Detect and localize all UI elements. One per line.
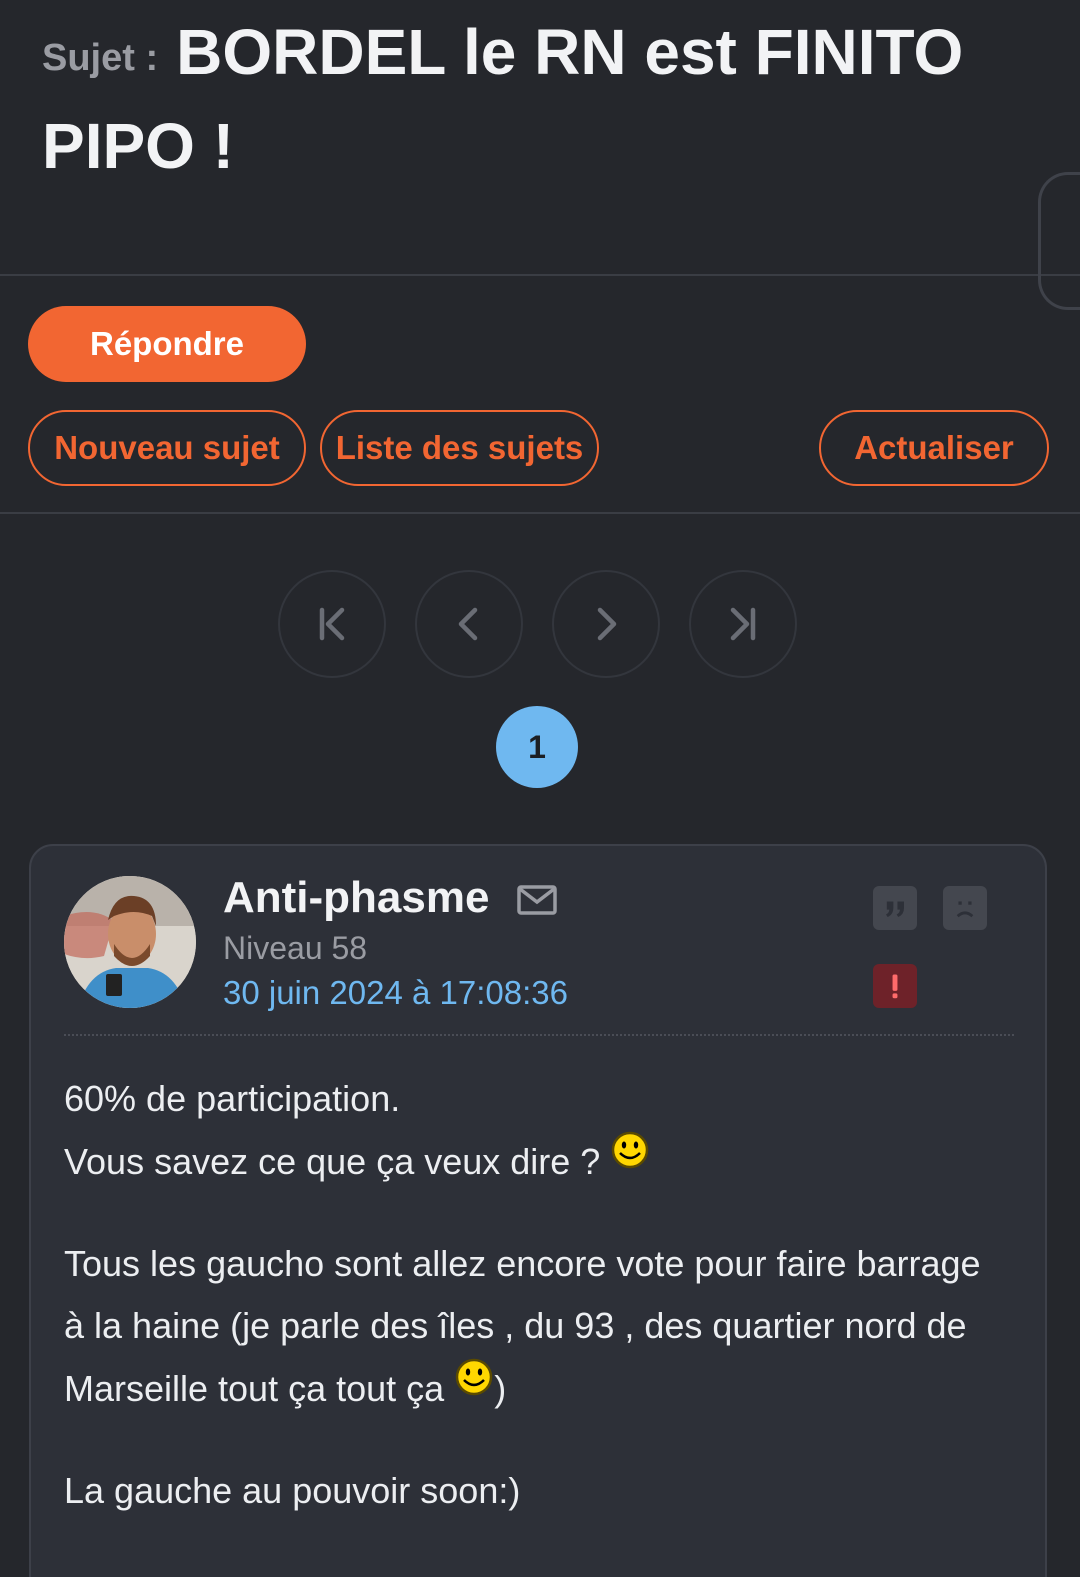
post-text-tail: ) — [494, 1368, 507, 1409]
post-divider — [64, 1034, 1014, 1036]
post-line: Vous savez ce que ça veux dire ? — [64, 1141, 601, 1182]
forum-topic-page: Sujet : BORDEL le RN est FINITO PIPO ! Ré… — [0, 0, 1080, 1577]
post-line: 60% de participation. — [64, 1078, 401, 1119]
first-page-icon — [319, 607, 345, 641]
avatar-image — [64, 876, 196, 1008]
post-author[interactable]: Anti-phasme — [223, 872, 489, 924]
current-page-indicator[interactable]: 1 — [496, 706, 578, 788]
last-page-button[interactable] — [689, 570, 797, 678]
post-paragraph-3: La gauche au pouvoir soon:) — [64, 1460, 1004, 1522]
next-page-icon — [597, 607, 617, 641]
sad-face-icon — [956, 901, 974, 918]
topic-list-button[interactable]: Liste des sujets — [320, 410, 599, 486]
new-topic-button[interactable]: Nouveau sujet — [28, 410, 306, 486]
post-paragraph-1: 60% de participation. Vous savez ce que … — [64, 1068, 1004, 1193]
next-page-button[interactable] — [552, 570, 660, 678]
last-page-icon — [730, 607, 756, 641]
smiley-icon — [455, 1358, 493, 1396]
quote-button[interactable] — [873, 886, 917, 930]
mail-icon[interactable] — [517, 884, 557, 916]
post-body: 60% de participation. Vous savez ce que … — [64, 1068, 1004, 1562]
smiley-icon — [612, 1131, 649, 1169]
prev-page-icon — [458, 607, 478, 641]
topic-header: Sujet : BORDEL le RN est FINITO PIPO ! — [0, 0, 1080, 310]
topic-prefix: Sujet : — [42, 37, 159, 79]
quote-icon — [886, 901, 904, 917]
author-level: Niveau 58 — [223, 930, 368, 966]
post-date-link[interactable]: 30 juin 2024 à 17:08:36 — [223, 972, 568, 1014]
topic-actions: Répondre Nouveau sujet Liste des sujets … — [0, 276, 1080, 514]
post-paragraph-2: Tous les gaucho sont allez encore vote p… — [64, 1233, 1004, 1420]
alert-icon — [892, 974, 898, 999]
topic-title-text: BORDEL le RN est FINITO PIPO ! — [42, 16, 964, 182]
forum-post: Anti-phasme Niveau 58 30 juin 2024 à 17:… — [29, 844, 1047, 1577]
report-sad-button[interactable] — [943, 886, 987, 930]
topic-title: Sujet : BORDEL le RN est FINITO PIPO ! — [42, 8, 1002, 190]
post-text: Tous les gaucho sont allez encore vote p… — [64, 1243, 981, 1409]
post-text: La gauche au pouvoir soon:) — [64, 1470, 521, 1511]
first-page-button[interactable] — [278, 570, 386, 678]
avatar[interactable] — [64, 876, 196, 1008]
prev-page-button[interactable] — [415, 570, 523, 678]
alert-button[interactable] — [873, 964, 917, 1008]
refresh-button[interactable]: Actualiser — [819, 410, 1049, 486]
reply-button[interactable]: Répondre — [28, 306, 306, 382]
